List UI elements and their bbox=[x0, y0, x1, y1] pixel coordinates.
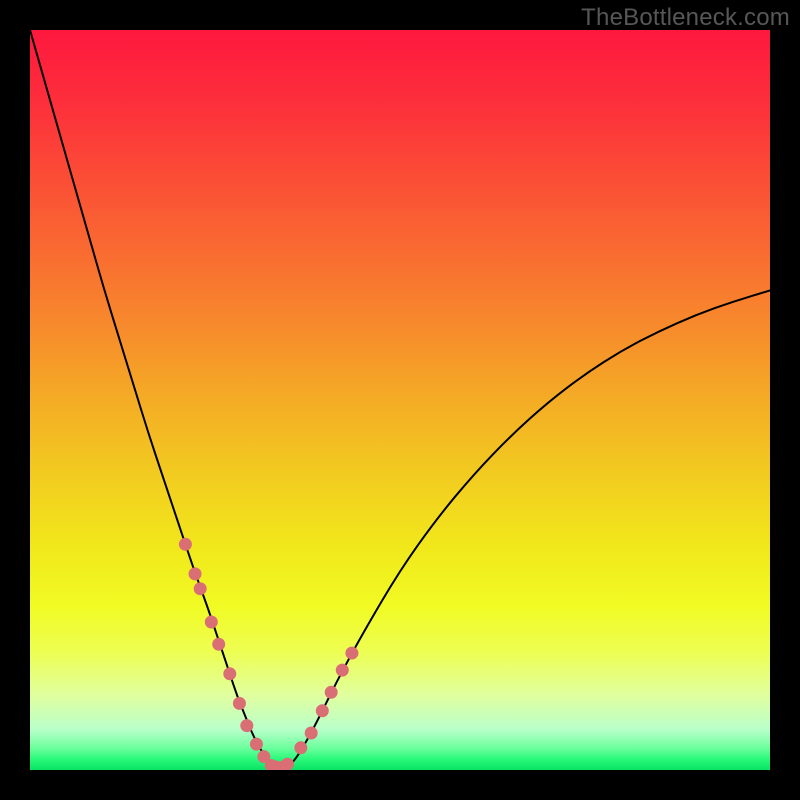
highlight-dot bbox=[194, 582, 207, 595]
highlight-dot bbox=[336, 664, 349, 677]
chart-background bbox=[30, 30, 770, 770]
watermark-text: TheBottleneck.com bbox=[581, 4, 790, 32]
highlight-dot bbox=[179, 538, 192, 551]
highlight-dot bbox=[316, 704, 329, 717]
bottleneck-chart bbox=[30, 30, 770, 770]
highlight-dot bbox=[205, 616, 218, 629]
highlight-dot bbox=[305, 727, 318, 740]
highlight-dot bbox=[240, 719, 253, 732]
highlight-dot bbox=[189, 567, 202, 580]
highlight-dot bbox=[345, 647, 358, 660]
highlight-dot bbox=[281, 758, 294, 770]
highlight-dot bbox=[212, 638, 225, 651]
chart-frame: TheBottleneck.com bbox=[0, 0, 800, 800]
highlight-dot bbox=[294, 741, 307, 754]
highlight-dot bbox=[250, 738, 263, 751]
highlight-dot bbox=[325, 686, 338, 699]
highlight-dot bbox=[233, 697, 246, 710]
highlight-dot bbox=[223, 667, 236, 680]
